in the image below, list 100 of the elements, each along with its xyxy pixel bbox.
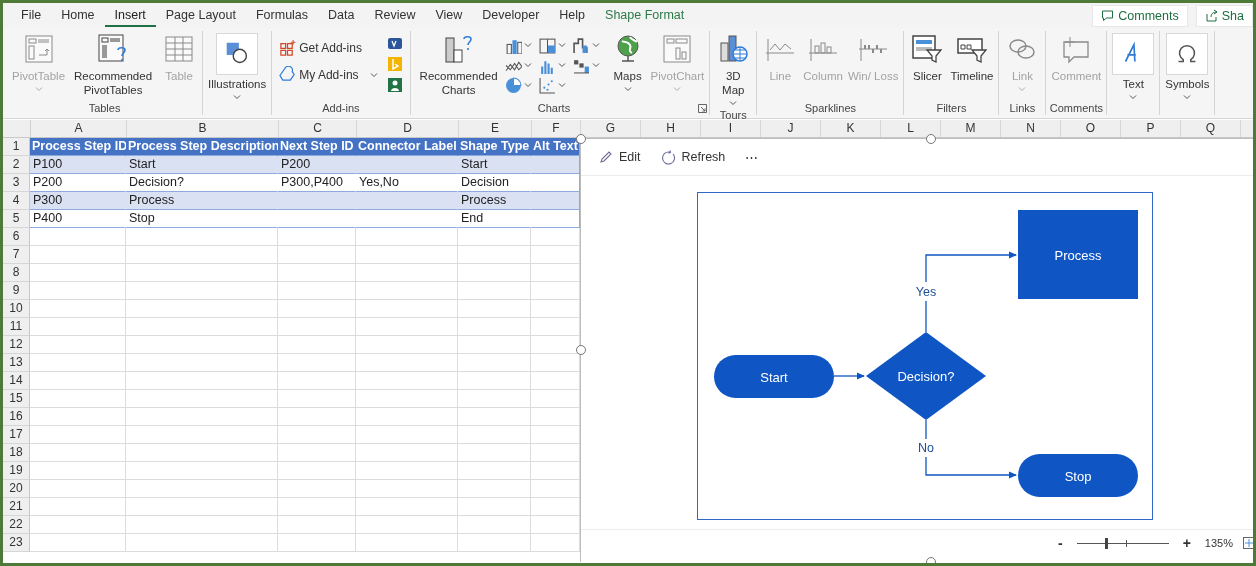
- row-number[interactable]: 5: [3, 210, 30, 228]
- zoom-out-button[interactable]: -: [1054, 535, 1067, 551]
- ribbon-tab[interactable]: File: [11, 4, 52, 27]
- caret-icon[interactable]: [729, 100, 738, 106]
- table-header-cell[interactable]: Alt Text: [531, 138, 580, 156]
- row-number[interactable]: 19: [3, 462, 30, 480]
- empty-cell[interactable]: [356, 462, 458, 480]
- empty-cell[interactable]: [126, 264, 278, 282]
- table-cell[interactable]: P200: [30, 174, 126, 192]
- empty-cell[interactable]: [126, 318, 278, 336]
- person-card-icon[interactable]: [386, 77, 403, 93]
- row-number[interactable]: 16: [3, 408, 30, 426]
- row-number[interactable]: 15: [3, 390, 30, 408]
- dialog-launcher-icon[interactable]: [698, 104, 708, 113]
- empty-cell[interactable]: [278, 264, 356, 282]
- table-cell[interactable]: P300,P400: [278, 174, 356, 192]
- empty-cell[interactable]: [356, 534, 458, 552]
- caret-icon[interactable]: [557, 42, 566, 48]
- empty-cell[interactable]: [126, 498, 278, 516]
- empty-cell[interactable]: [458, 534, 531, 552]
- empty-cell[interactable]: [356, 318, 458, 336]
- row-number[interactable]: 14: [3, 372, 30, 390]
- empty-cell[interactable]: [458, 318, 531, 336]
- empty-cell[interactable]: [278, 516, 356, 534]
- row-number[interactable]: 13: [3, 354, 30, 372]
- table-cell[interactable]: P400: [30, 210, 126, 228]
- empty-cell[interactable]: [126, 534, 278, 552]
- zoom-in-button[interactable]: +: [1178, 535, 1195, 551]
- table-cell[interactable]: P100: [30, 156, 126, 174]
- toolbar-button[interactable]: Refresh: [658, 147, 728, 167]
- empty-cell[interactable]: [126, 300, 278, 318]
- row-number[interactable]: 23: [3, 534, 30, 552]
- empty-cell[interactable]: [126, 516, 278, 534]
- column-header[interactable]: B: [127, 120, 279, 137]
- caret-icon[interactable]: [591, 62, 600, 68]
- empty-cell[interactable]: [278, 408, 356, 426]
- row-number[interactable]: 9: [3, 282, 30, 300]
- empty-cell[interactable]: [458, 462, 531, 480]
- empty-cell[interactable]: [126, 462, 278, 480]
- table-header-cell[interactable]: Connector Label: [356, 138, 458, 156]
- table-cell[interactable]: Start: [458, 156, 531, 174]
- column-header[interactable]: N: [1001, 120, 1061, 137]
- row-number[interactable]: 18: [3, 444, 30, 462]
- row-number[interactable]: 6: [3, 228, 30, 246]
- empty-cell[interactable]: [356, 426, 458, 444]
- empty-cell[interactable]: [126, 444, 278, 462]
- row-number[interactable]: 12: [3, 336, 30, 354]
- column-header[interactable]: E: [459, 120, 532, 137]
- empty-cell[interactable]: [356, 228, 458, 246]
- table-cell[interactable]: Yes,No: [356, 174, 458, 192]
- empty-cell[interactable]: [458, 354, 531, 372]
- toolbar-button[interactable]: Edit: [596, 147, 643, 167]
- empty-cell[interactable]: [278, 498, 356, 516]
- column-header[interactable]: M: [941, 120, 1001, 137]
- empty-cell[interactable]: [458, 480, 531, 498]
- empty-cell[interactable]: [278, 480, 356, 498]
- slider-thumb[interactable]: [1105, 537, 1109, 549]
- ribbon-menu-button[interactable]: Illustrations: [206, 31, 269, 102]
- table-cell[interactable]: Process: [458, 192, 531, 210]
- empty-cell[interactable]: [278, 300, 356, 318]
- ribbon-button[interactable]: Recommended Charts: [413, 31, 504, 99]
- column-header[interactable]: I: [701, 120, 761, 137]
- row-number[interactable]: 4: [3, 192, 30, 210]
- empty-cell[interactable]: [356, 516, 458, 534]
- empty-cell[interactable]: [458, 246, 531, 264]
- table-cell[interactable]: P300: [30, 192, 126, 210]
- ribbon-menu-button[interactable]: Text: [1110, 31, 1157, 102]
- empty-cell[interactable]: [278, 444, 356, 462]
- empty-cell[interactable]: [458, 444, 531, 462]
- row-number[interactable]: 3: [3, 174, 30, 192]
- row-number[interactable]: 11: [3, 318, 30, 336]
- column-header[interactable]: A: [31, 120, 127, 137]
- fit-to-window-icon[interactable]: [1243, 537, 1253, 549]
- empty-cell[interactable]: [126, 372, 278, 390]
- empty-cell[interactable]: [278, 354, 356, 372]
- empty-cell[interactable]: [356, 498, 458, 516]
- comments-button[interactable]: Comments: [1092, 4, 1188, 27]
- empty-cell[interactable]: [278, 228, 356, 246]
- empty-cell[interactable]: [458, 372, 531, 390]
- row-number[interactable]: 7: [3, 246, 30, 264]
- caret-icon[interactable]: [557, 82, 566, 88]
- empty-cell[interactable]: [278, 246, 356, 264]
- caret-icon[interactable]: [557, 62, 566, 68]
- table-header-cell[interactable]: Process Step Description: [126, 138, 278, 156]
- empty-cell[interactable]: [458, 336, 531, 354]
- more-button[interactable]: ⋯: [743, 147, 761, 167]
- ribbon-button[interactable]: Get Add-ins: [277, 37, 380, 58]
- table-header-cell[interactable]: Shape Type: [458, 138, 531, 156]
- empty-cell[interactable]: [458, 516, 531, 534]
- caret-icon[interactable]: [1183, 94, 1192, 100]
- empty-cell[interactable]: [458, 282, 531, 300]
- empty-cell[interactable]: [356, 282, 458, 300]
- empty-cell[interactable]: [278, 534, 356, 552]
- empty-cell[interactable]: [278, 282, 356, 300]
- empty-cell[interactable]: [278, 390, 356, 408]
- ribbon-button[interactable]: Recommended PivotTables: [68, 31, 159, 99]
- empty-cell[interactable]: [126, 354, 278, 372]
- ribbon-tab[interactable]: Data: [318, 4, 365, 27]
- table-cell[interactable]: P200: [278, 156, 356, 174]
- empty-cell[interactable]: [356, 408, 458, 426]
